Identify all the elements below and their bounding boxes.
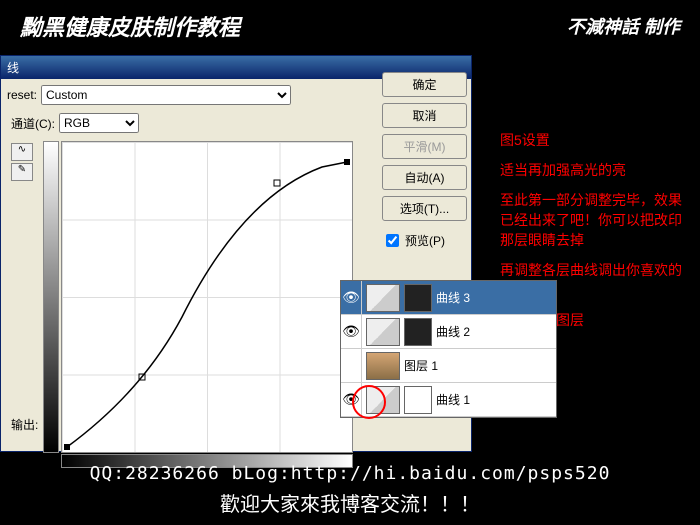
channel-select[interactable]: RGB xyxy=(59,113,139,133)
curve-line[interactable] xyxy=(62,142,352,452)
layer-mask-icon xyxy=(404,318,432,346)
preview-checkbox[interactable]: 预览(P) xyxy=(382,231,467,250)
layer-thumb-icon xyxy=(366,284,400,312)
highlight-circle-icon xyxy=(352,385,386,419)
visibility-icon[interactable]: 👁 xyxy=(341,315,362,348)
auto-button[interactable]: 自动(A) xyxy=(382,165,467,190)
output-label: 输出: xyxy=(11,416,38,433)
channel-label: 通道(C): xyxy=(11,115,55,132)
tip-line: 至此第一部分调整完毕，效果已经出来了吧！你可以把改印那层眼睛去掉 xyxy=(500,190,690,250)
contact-info: QQ:28236266 bLog:http://hi.baidu.com/psp… xyxy=(8,463,692,484)
preset-select[interactable]: Custom xyxy=(41,85,291,105)
tutorial-title: 黝黑健康皮肤制作教程 xyxy=(20,10,240,42)
curve-tool-icon[interactable]: ∿ xyxy=(11,143,33,161)
ok-button[interactable]: 确定 xyxy=(382,72,467,97)
brand-logo: 不減神話 制作 xyxy=(567,13,680,39)
layer-mask-icon xyxy=(404,386,432,414)
visibility-icon[interactable] xyxy=(341,349,362,382)
preview-check-input[interactable] xyxy=(386,234,399,247)
layer-name: 曲线 1 xyxy=(436,391,470,408)
layer-name: 曲线 2 xyxy=(436,323,470,340)
layer-row[interactable]: 图层 1 xyxy=(341,349,556,383)
options-button[interactable]: 选项(T)... xyxy=(382,196,467,221)
welcome-text: 歡迎大家來我博客交流！！！ xyxy=(8,488,692,517)
output-gradient xyxy=(43,141,59,453)
layer-thumb-icon xyxy=(366,318,400,346)
cancel-button[interactable]: 取消 xyxy=(382,103,467,128)
layer-name: 图层 1 xyxy=(404,357,438,374)
layer-mask-icon xyxy=(404,284,432,312)
footer: QQ:28236266 bLog:http://hi.baidu.com/psp… xyxy=(0,455,700,525)
layer-thumb-icon xyxy=(366,352,400,380)
layer-name: 曲线 3 xyxy=(436,289,470,306)
smooth-button: 平滑(M) xyxy=(382,134,467,159)
layer-row[interactable]: 👁 曲线 3 xyxy=(341,281,556,315)
visibility-icon[interactable]: 👁 xyxy=(341,281,362,314)
tip-line: 图5设置 xyxy=(500,130,690,150)
curve-graph[interactable] xyxy=(61,141,353,453)
layer-row[interactable]: 👁 曲线 2 xyxy=(341,315,556,349)
tip-line: 适当再加强高光的亮 xyxy=(500,160,690,180)
preset-label: reset: xyxy=(7,88,37,102)
preview-label: 预览(P) xyxy=(405,232,445,249)
pencil-tool-icon[interactable]: ✎ xyxy=(11,163,33,181)
